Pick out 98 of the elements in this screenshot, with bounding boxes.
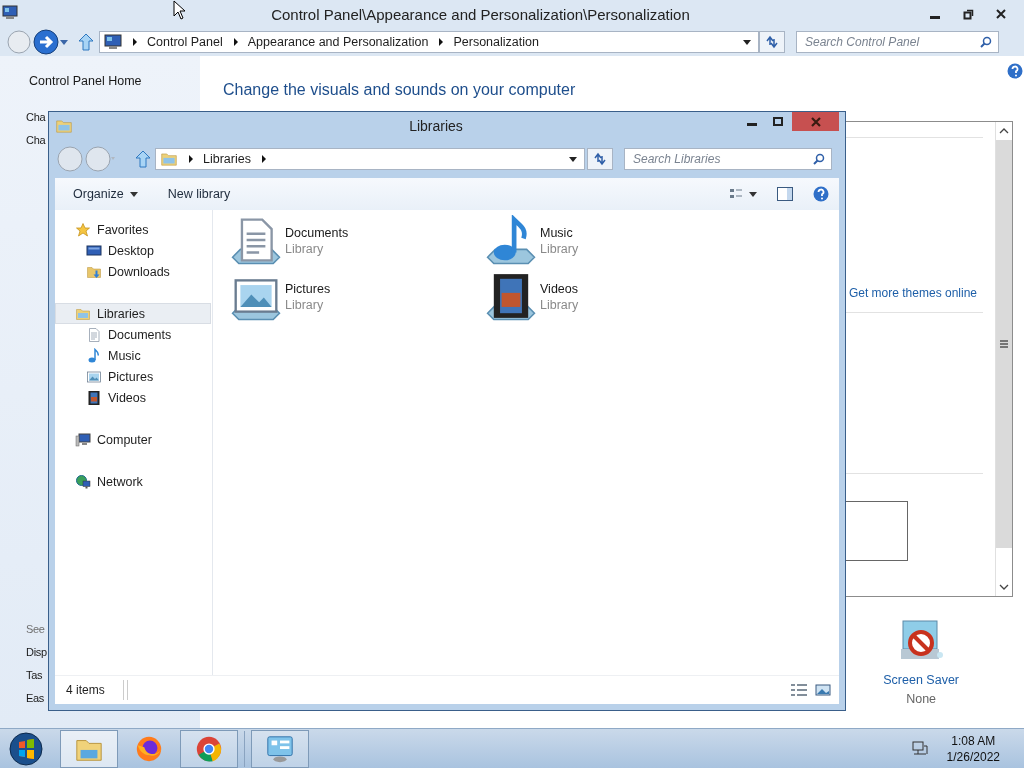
close-icon bbox=[810, 116, 821, 127]
network-tray-icon[interactable] bbox=[910, 739, 929, 758]
breadcrumb-item[interactable]: Personalization bbox=[453, 35, 539, 49]
dropdown-caret-icon[interactable] bbox=[568, 155, 578, 163]
new-library-button[interactable]: New library bbox=[167, 187, 231, 201]
library-film-icon bbox=[486, 271, 536, 321]
search-icon bbox=[813, 153, 825, 165]
library-name[interactable]: Music bbox=[540, 226, 579, 240]
library-name[interactable]: Documents bbox=[285, 226, 349, 240]
maximize-icon bbox=[773, 116, 783, 127]
mouse-pointer-icon bbox=[173, 0, 187, 20]
close-icon bbox=[996, 9, 1007, 19]
help-icon bbox=[813, 186, 829, 202]
search-field[interactable]: Search Libraries bbox=[624, 148, 832, 170]
control-panel-icon bbox=[104, 34, 122, 50]
search-field[interactable]: Search Control Panel bbox=[796, 31, 999, 53]
search-icon bbox=[980, 36, 992, 48]
nav-item[interactable]: Pictures bbox=[55, 366, 211, 387]
start-button[interactable] bbox=[9, 731, 43, 766]
folder-icon bbox=[55, 117, 73, 135]
sidebar-link[interactable]: Cha bbox=[26, 106, 46, 129]
nav-item[interactable]: Music bbox=[55, 345, 211, 366]
library-type: Library bbox=[540, 242, 579, 256]
caret-icon bbox=[129, 191, 138, 197]
address-bar[interactable]: Libraries bbox=[155, 148, 585, 170]
up-arrow-icon[interactable] bbox=[135, 150, 151, 168]
get-more-themes-link[interactable]: Get more themes online bbox=[848, 286, 977, 300]
minimize-icon bbox=[747, 123, 757, 126]
help-button[interactable] bbox=[813, 186, 829, 202]
nav-item[interactable]: Videos bbox=[55, 387, 211, 408]
dropdown-caret-icon[interactable] bbox=[742, 38, 752, 46]
organize-menu[interactable]: Organize bbox=[73, 187, 138, 201]
control-panel-icon bbox=[265, 733, 295, 764]
library-type: Library bbox=[285, 298, 325, 312]
film-icon bbox=[86, 389, 102, 406]
nav-item[interactable]: Desktop bbox=[55, 240, 211, 261]
control-panel-icon bbox=[2, 4, 18, 20]
chevron-icon bbox=[232, 38, 239, 46]
library-type: Library bbox=[540, 298, 579, 312]
chevron-icon[interactable] bbox=[260, 155, 267, 163]
nav-item[interactable]: Downloads bbox=[55, 261, 211, 282]
clock-date[interactable]: 1/26/2022 bbox=[946, 748, 1000, 765]
view-options-button[interactable] bbox=[729, 187, 757, 201]
library-name[interactable]: Videos bbox=[540, 282, 579, 296]
view-list-icon bbox=[729, 187, 757, 201]
library-type: Library bbox=[285, 242, 325, 256]
document-icon bbox=[86, 326, 102, 343]
sidebar-link[interactable]: Control Panel Home bbox=[29, 74, 142, 88]
nav-item[interactable]: Computer bbox=[55, 429, 211, 450]
forward-button[interactable] bbox=[33, 29, 59, 55]
taskbar-button[interactable] bbox=[251, 729, 309, 768]
see-also-label: See bbox=[26, 622, 45, 637]
chevron-icon bbox=[188, 155, 194, 163]
refresh-button[interactable] bbox=[587, 148, 613, 170]
up-arrow-icon[interactable] bbox=[78, 33, 94, 51]
minimize-icon bbox=[930, 15, 941, 19]
chevron-icon bbox=[438, 38, 445, 46]
nav-item[interactable]: Network bbox=[55, 471, 211, 492]
library-music-note-icon bbox=[486, 215, 536, 265]
sidebar-link[interactable]: Disp bbox=[26, 641, 47, 664]
globe-icon bbox=[75, 473, 91, 490]
item-count: 4 items bbox=[66, 683, 105, 697]
refresh-icon bbox=[765, 35, 779, 49]
window-title: Libraries bbox=[408, 118, 464, 134]
taskbar-button[interactable] bbox=[180, 729, 238, 768]
folder-icon bbox=[160, 150, 178, 168]
screen-saver-value: None bbox=[906, 692, 937, 706]
refresh-icon bbox=[593, 152, 607, 166]
grip-icon bbox=[1000, 340, 1008, 348]
breadcrumb-item[interactable]: Libraries bbox=[203, 152, 251, 166]
picture-icon bbox=[86, 368, 102, 385]
restore-icon bbox=[963, 8, 974, 20]
page-heading: Change the visuals and sounds on your computer bbox=[222, 80, 576, 99]
address-bar[interactable]: Control Panel Appearance and Personalization Personalization bbox=[99, 31, 759, 53]
sidebar-link[interactable]: Eas bbox=[26, 687, 45, 710]
details-view-icon[interactable] bbox=[791, 684, 807, 696]
clock-time[interactable]: 1:08 AM bbox=[951, 732, 996, 749]
star-icon bbox=[75, 221, 91, 238]
desktop-icon bbox=[86, 242, 102, 259]
help-icon[interactable] bbox=[1007, 63, 1023, 79]
breadcrumb-item[interactable]: Appearance and Personalization bbox=[247, 35, 429, 49]
music-note-icon bbox=[86, 347, 102, 364]
preview-pane-button[interactable] bbox=[777, 187, 793, 201]
window-title: Control Panel\Appearance and Personalization\Personalization bbox=[271, 5, 690, 23]
history-dropdown-icon[interactable] bbox=[59, 38, 69, 46]
breadcrumb-item[interactable]: Control Panel bbox=[147, 35, 223, 49]
library-name[interactable]: Pictures bbox=[285, 282, 331, 296]
computer-icon bbox=[75, 431, 91, 448]
refresh-button[interactable] bbox=[759, 31, 785, 53]
nav-item[interactable]: Favorites bbox=[55, 219, 211, 240]
screen-saver-link[interactable]: Screen Saver bbox=[883, 673, 959, 687]
nav-item[interactable]: Libraries bbox=[55, 303, 211, 324]
sidebar-link[interactable]: Cha bbox=[26, 129, 46, 152]
chevron-icon bbox=[132, 38, 138, 46]
pane-icon bbox=[777, 187, 793, 201]
large-icons-view-icon[interactable] bbox=[815, 684, 831, 696]
nav-item[interactable]: Documents bbox=[55, 324, 211, 345]
sidebar-link[interactable]: Tas bbox=[26, 664, 43, 687]
